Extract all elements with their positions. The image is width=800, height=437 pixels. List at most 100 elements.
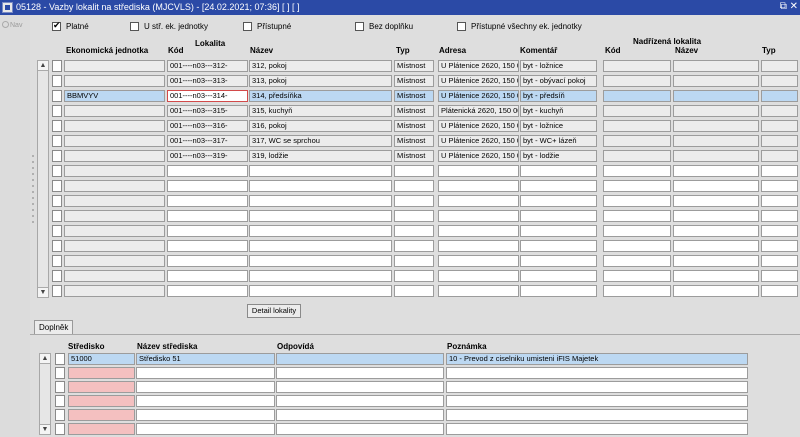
cell-n-kod[interactable] (603, 135, 671, 147)
filter-pristupne-vsechny-checkbox[interactable]: Přístupné všechny ek. jednotky (457, 22, 582, 31)
cell-nazev[interactable]: Středisko 51 (136, 353, 275, 365)
cell-n-nazev[interactable] (673, 255, 759, 267)
cell-poznamka[interactable] (446, 395, 748, 407)
cell-nazev[interactable] (249, 210, 392, 222)
row-selector[interactable] (52, 90, 62, 102)
cell-ek[interactable] (64, 105, 165, 117)
cell-komentar[interactable] (520, 285, 597, 297)
cell-typ[interactable] (394, 240, 434, 252)
cell-ek[interactable] (64, 120, 165, 132)
cell-n-nazev[interactable] (673, 180, 759, 192)
cell-n-typ[interactable] (761, 105, 798, 117)
cell-n-typ[interactable] (761, 165, 798, 177)
cell-n-typ[interactable] (761, 195, 798, 207)
cell-nazev[interactable] (136, 367, 275, 379)
row-selector[interactable] (55, 423, 65, 435)
cell-komentar[interactable]: byt - ložnice (520, 120, 597, 132)
cell-n-typ[interactable] (761, 270, 798, 282)
cell-kod[interactable] (167, 210, 248, 222)
cell-adresa[interactable]: U Plátenice 2620, 150 0 (438, 120, 519, 132)
row-selector[interactable] (52, 75, 62, 87)
cell-adresa[interactable] (438, 240, 519, 252)
cell-adresa[interactable] (438, 195, 519, 207)
cell-n-nazev[interactable] (673, 75, 759, 87)
cell-kod[interactable]: 001----n03---316- (167, 120, 248, 132)
cell-n-nazev[interactable] (673, 60, 759, 72)
cell-kod[interactable]: 001----n03---314- (167, 90, 248, 102)
cell-ek[interactable] (64, 135, 165, 147)
cell-n-nazev[interactable] (673, 240, 759, 252)
cell-poznamka[interactable] (446, 423, 748, 435)
cell-ek[interactable] (64, 60, 165, 72)
cell-adresa[interactable] (438, 210, 519, 222)
scroll-up-icon[interactable]: ▲ (40, 354, 50, 364)
cell-ek[interactable] (64, 270, 165, 282)
cell-ek[interactable] (64, 195, 165, 207)
row-selector[interactable] (52, 135, 62, 147)
cell-ek[interactable] (64, 165, 165, 177)
row-selector[interactable] (52, 225, 62, 237)
cell-n-typ[interactable] (761, 135, 798, 147)
cell-kod[interactable] (167, 165, 248, 177)
cell-n-kod[interactable] (603, 210, 671, 222)
cell-komentar[interactable]: byt - WC+ lázeň (520, 135, 597, 147)
filter-pristupne-checkbox[interactable]: Přístupné (243, 22, 291, 31)
cell-komentar[interactable]: byt - předsíň (520, 90, 597, 102)
cell-n-typ[interactable] (761, 90, 798, 102)
cell-kod[interactable]: 001----n03---315- (167, 105, 248, 117)
cell-nazev[interactable] (249, 180, 392, 192)
cell-nazev[interactable] (249, 270, 392, 282)
tab-doplnek[interactable]: Doplněk (34, 320, 74, 334)
cell-n-nazev[interactable] (673, 120, 759, 132)
cell-ek[interactable] (64, 210, 165, 222)
cell-n-nazev[interactable] (673, 195, 759, 207)
cell-n-typ[interactable] (761, 210, 798, 222)
cell-n-typ[interactable] (761, 180, 798, 192)
cell-kod[interactable]: 001----n03---313- (167, 75, 248, 87)
cell-komentar[interactable] (520, 225, 597, 237)
cell-komentar[interactable] (520, 195, 597, 207)
cell-n-typ[interactable] (761, 285, 798, 297)
cell-n-nazev[interactable] (673, 105, 759, 117)
cell-nazev[interactable] (136, 409, 275, 421)
cell-n-kod[interactable] (603, 150, 671, 162)
cell-adresa[interactable]: U Plátenice 2620, 150 0 (438, 60, 519, 72)
cell-n-typ[interactable] (761, 240, 798, 252)
nav-button[interactable]: Nav (2, 21, 22, 29)
cell-poznamka[interactable]: 10 - Prevod z ciselniku umisteni iFIS Ma… (446, 353, 748, 365)
row-selector[interactable] (52, 210, 62, 222)
cell-n-nazev[interactable] (673, 270, 759, 282)
cell-poznamka[interactable] (446, 367, 748, 379)
cell-nazev[interactable] (249, 165, 392, 177)
cell-adresa[interactable]: U Plátenice 2620, 150 0 (438, 90, 519, 102)
cell-odpovida[interactable] (276, 353, 444, 365)
cell-nazev[interactable]: 316, pokoj (249, 120, 392, 132)
sub-grid-scrollbar[interactable]: ▲ ▼ (39, 353, 51, 435)
cell-typ[interactable]: Místnost (394, 90, 434, 102)
cell-nazev[interactable]: 317, WC se sprchou (249, 135, 392, 147)
cell-adresa[interactable]: U Plátenice 2620, 150 0 (438, 135, 519, 147)
cell-n-kod[interactable] (603, 60, 671, 72)
cell-kod[interactable] (167, 225, 248, 237)
row-selector[interactable] (55, 409, 65, 421)
cell-n-nazev[interactable] (673, 225, 759, 237)
cell-n-kod[interactable] (603, 195, 671, 207)
row-selector[interactable] (52, 60, 62, 72)
cell-n-nazev[interactable] (673, 285, 759, 297)
cell-stredisko[interactable] (68, 395, 135, 407)
row-selector[interactable] (52, 285, 62, 297)
scroll-up-icon[interactable]: ▲ (38, 61, 48, 71)
cell-adresa[interactable] (438, 285, 519, 297)
cell-typ[interactable] (394, 285, 434, 297)
cell-typ[interactable] (394, 255, 434, 267)
cell-komentar[interactable] (520, 240, 597, 252)
cell-poznamka[interactable] (446, 381, 748, 393)
cell-nazev[interactable] (136, 381, 275, 393)
cell-typ[interactable] (394, 270, 434, 282)
cell-typ[interactable]: Místnost (394, 60, 434, 72)
row-selector[interactable] (52, 105, 62, 117)
row-selector[interactable] (52, 240, 62, 252)
cell-typ[interactable] (394, 180, 434, 192)
cell-typ[interactable] (394, 165, 434, 177)
cell-adresa[interactable] (438, 180, 519, 192)
